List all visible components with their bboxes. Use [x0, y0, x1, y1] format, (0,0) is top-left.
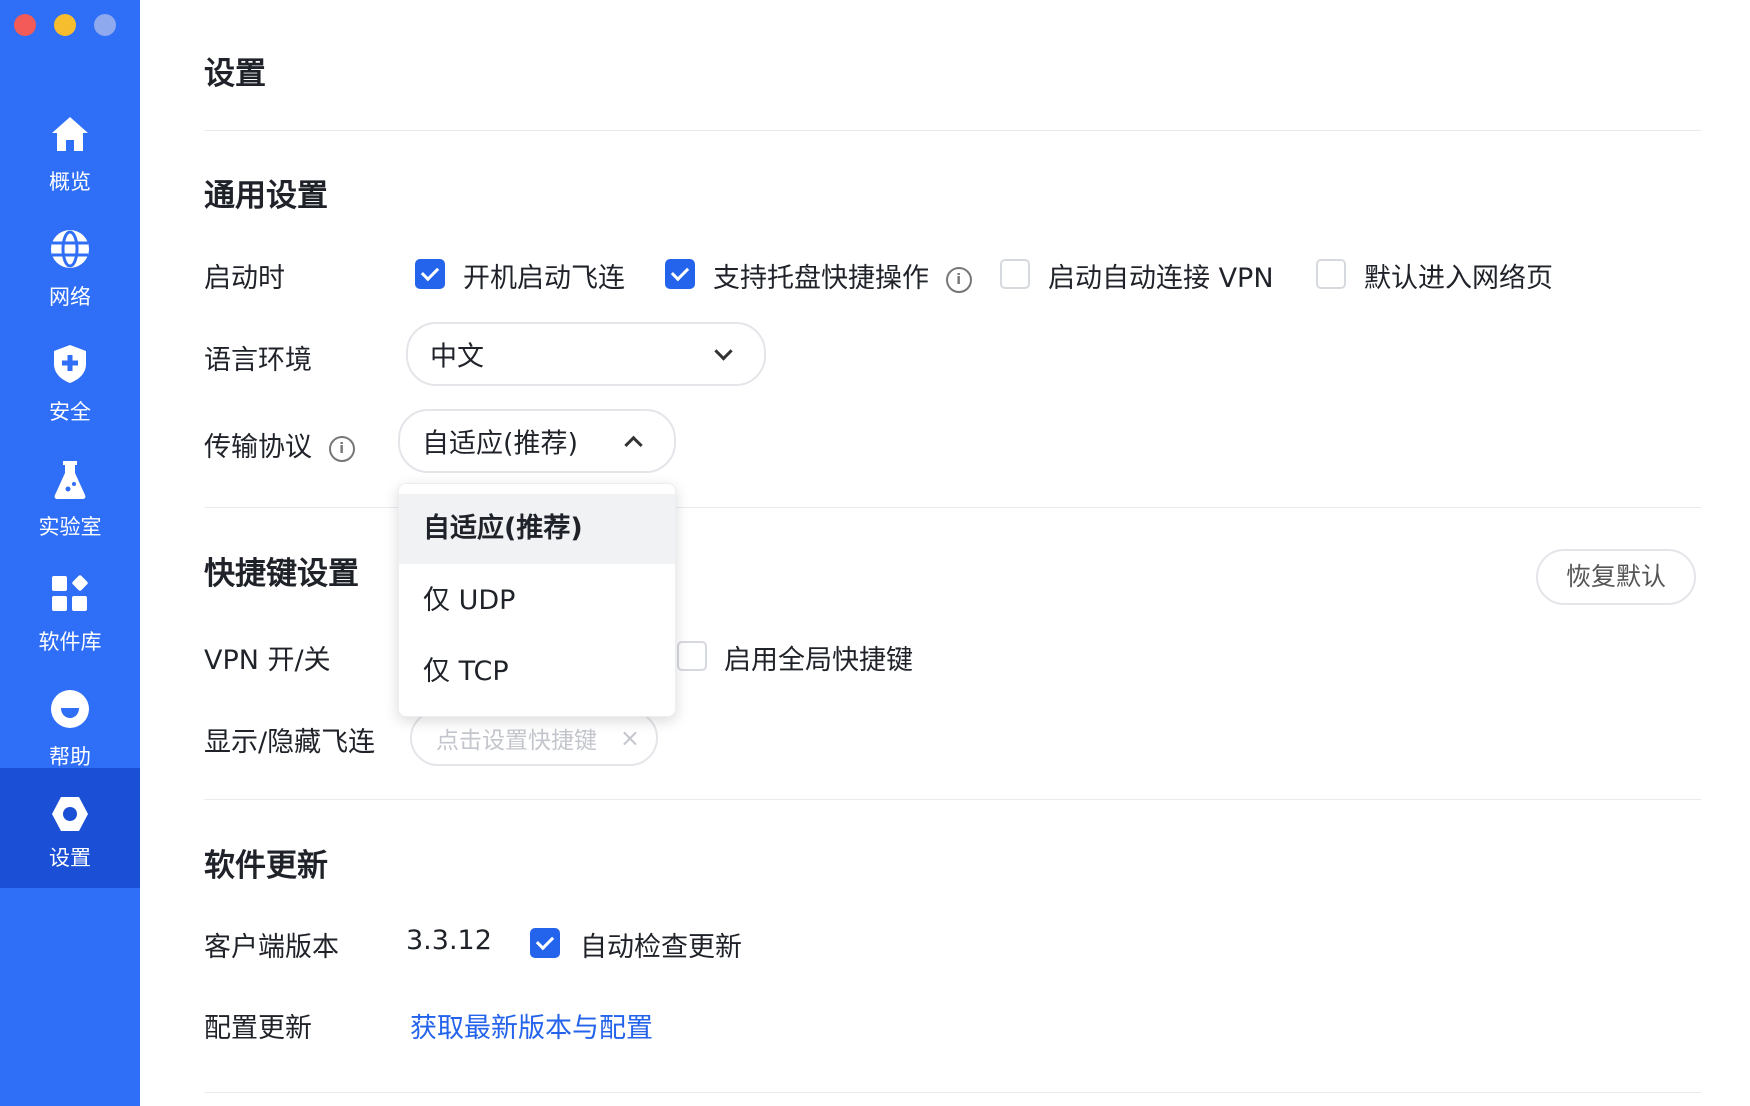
sidebar-item-label: 设置 — [49, 846, 91, 870]
restore-defaults-button[interactable]: 恢复默认 — [1536, 549, 1696, 605]
protocol-option-udp[interactable]: 仅 UDP — [399, 566, 675, 636]
sidebar-item-software[interactable]: 软件库 — [0, 558, 140, 678]
protocol-label: 传输协议 i — [204, 425, 355, 464]
client-version-value: 3.3.12 — [406, 925, 492, 956]
settings-icon — [48, 792, 92, 836]
shortcut-placeholder: 点击设置快捷键 — [436, 728, 597, 754]
auto-connect-vpn-label: 启动自动连接 VPN — [1048, 263, 1274, 294]
show-hide-shortcut-input[interactable]: 点击设置快捷键 × — [410, 710, 658, 766]
apps-icon — [48, 572, 92, 616]
global-shortcut-label: 启用全局快捷键 — [724, 645, 913, 676]
auto-check-update-label: 自动检查更新 — [580, 932, 742, 963]
protocol-select[interactable]: 自适应(推荐) — [398, 409, 676, 473]
help-icon — [48, 687, 92, 731]
page-title: 设置 — [204, 56, 266, 92]
zoom-window-button[interactable] — [94, 14, 116, 36]
default-network-page-checkbox[interactable] — [1316, 259, 1346, 289]
protocol-option-tcp[interactable]: 仅 TCP — [399, 637, 675, 707]
protocol-dropdown-menu: 自适应(推荐) 仅 UDP 仅 TCP — [398, 483, 676, 717]
sidebar-item-lab[interactable]: 实验室 — [0, 443, 140, 563]
auto-check-update-checkbox[interactable] — [530, 928, 560, 958]
close-window-button[interactable] — [14, 14, 36, 36]
default-network-page-label: 默认进入网络页 — [1364, 263, 1553, 294]
sidebar-item-label: 软件库 — [38, 630, 102, 654]
config-update-label: 配置更新 — [204, 1013, 312, 1044]
sidebar-item-label: 安全 — [49, 400, 91, 424]
launch-on-boot-label: 开机启动飞连 — [463, 263, 625, 294]
client-version-label: 客户端版本 — [204, 932, 339, 963]
home-icon — [48, 112, 92, 156]
shield-icon — [48, 342, 92, 386]
info-icon[interactable]: i — [328, 435, 355, 462]
language-select-value: 中文 — [430, 341, 484, 373]
sidebar-item-network[interactable]: 网络 — [0, 213, 140, 333]
settings-panel: 设置 通用设置 启动时 开机启动飞连 支持托盘快捷操作 i 启动自动连接 VPN… — [140, 0, 1750, 1106]
general-section-title: 通用设置 — [204, 178, 328, 214]
divider — [204, 130, 1701, 131]
sidebar-item-security[interactable]: 安全 — [0, 328, 140, 448]
sidebar-item-settings[interactable]: 设置 — [0, 768, 140, 888]
startup-label: 启动时 — [204, 263, 285, 294]
language-select[interactable]: 中文 — [406, 322, 766, 386]
shortcuts-section-title: 快捷键设置 — [204, 556, 359, 592]
vpn-toggle-label: VPN 开/关 — [204, 645, 331, 676]
tray-shortcut-checkbox[interactable] — [665, 259, 695, 289]
divider — [204, 1092, 1701, 1093]
sidebar-item-label: 概览 — [49, 170, 91, 194]
sidebar-item-label: 帮助 — [49, 745, 91, 769]
show-hide-label: 显示/隐藏飞连 — [204, 727, 376, 758]
fetch-latest-config-link[interactable]: 获取最新版本与配置 — [410, 1006, 653, 1045]
info-icon[interactable]: i — [945, 266, 972, 293]
launch-on-boot-checkbox[interactable] — [415, 259, 445, 289]
sidebar: 概览 网络 安全 实验室 软件库 帮助 设置 — [0, 0, 140, 1106]
flask-icon — [48, 457, 92, 501]
protocol-option-adaptive[interactable]: 自适应(推荐) — [399, 494, 675, 564]
tray-shortcut-text: 支持托盘快捷操作 — [713, 263, 929, 294]
auto-connect-vpn-checkbox[interactable] — [1000, 259, 1030, 289]
chevron-down-icon — [714, 342, 733, 361]
minimize-window-button[interactable] — [54, 14, 76, 36]
tray-shortcut-label: 支持托盘快捷操作 i — [713, 256, 972, 295]
sidebar-item-overview[interactable]: 概览 — [0, 98, 140, 218]
clear-icon[interactable]: × — [620, 724, 640, 752]
protocol-select-value: 自适应(推荐) — [422, 428, 579, 460]
globe-icon — [48, 227, 92, 271]
update-section-title: 软件更新 — [204, 848, 328, 884]
sidebar-item-label: 实验室 — [38, 515, 102, 539]
global-shortcut-checkbox[interactable] — [677, 641, 707, 671]
chevron-up-icon — [624, 435, 643, 455]
sidebar-item-label: 网络 — [49, 285, 91, 309]
divider — [204, 799, 1701, 800]
protocol-label-text: 传输协议 — [204, 432, 312, 463]
language-label: 语言环境 — [204, 345, 312, 376]
